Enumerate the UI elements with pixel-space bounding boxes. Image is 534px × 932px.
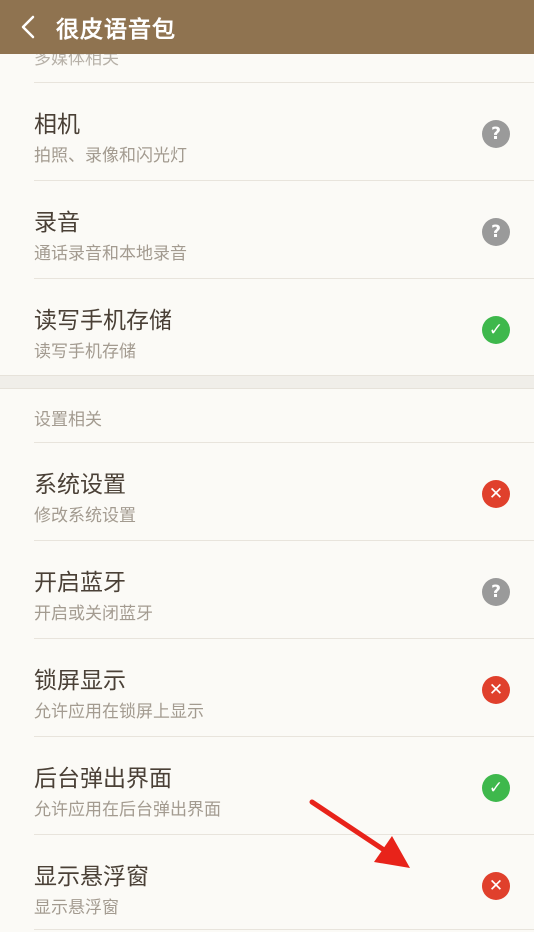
- annotation-arrow: [309, 799, 410, 868]
